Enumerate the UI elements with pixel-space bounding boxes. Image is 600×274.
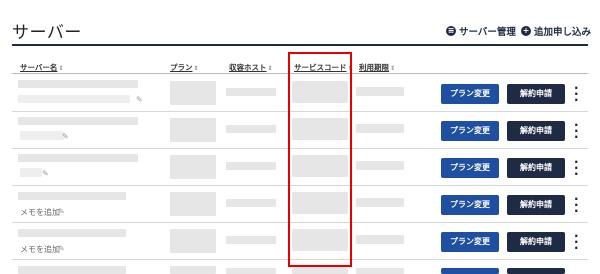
expiry-redacted [356, 235, 404, 244]
server-name-redacted [18, 266, 126, 274]
add-memo-link[interactable]: メモを追加 [20, 244, 60, 255]
server-name-redacted [18, 154, 138, 162]
sort-icon: ⇕ [58, 65, 64, 72]
host-redacted [226, 199, 276, 207]
column-header-plan[interactable]: プラン⇕ [170, 62, 199, 73]
server-name-redacted [18, 80, 138, 88]
more-options-icon[interactable]: · · · [574, 156, 579, 180]
plan-redacted [170, 118, 216, 142]
cancel-request-button[interactable]: 解約申請 [507, 121, 565, 141]
server-name-redacted [20, 131, 64, 140]
server-name-redacted [18, 229, 126, 237]
plan-change-button[interactable]: プラン変更 [441, 195, 499, 215]
column-header-expiry[interactable]: 利用期限⇕ [359, 62, 395, 73]
server-name-redacted [18, 117, 138, 125]
cancel-request-button[interactable]: 解約申請 [507, 158, 565, 178]
plan-change-button[interactable]: プラン変更 [441, 121, 499, 141]
plan-change-button[interactable] [441, 268, 499, 274]
host-redacted [226, 162, 276, 170]
pencil-icon[interactable]: ✎ [58, 244, 65, 253]
more-options-icon[interactable]: · · · [574, 193, 579, 217]
header-divider [12, 44, 588, 46]
pencil-icon[interactable]: ✎ [42, 169, 49, 178]
page-title: サーバー [12, 23, 82, 43]
expiry-redacted [356, 268, 404, 274]
service-code-redacted [292, 266, 348, 274]
more-options-icon[interactable]: · · · [574, 230, 579, 254]
server-manage-label: サーバー管理 [459, 27, 516, 38]
server-name-redacted [20, 168, 42, 177]
server-manage-link[interactable]: ≡ サーバー管理 [446, 24, 516, 38]
plan-redacted [170, 229, 216, 253]
plan-change-button[interactable]: プラン変更 [441, 158, 499, 178]
cancel-request-button[interactable]: 解約申請 [507, 195, 565, 215]
cancel-request-button[interactable]: 解約申請 [507, 84, 565, 104]
expiry-redacted [356, 124, 404, 133]
plan-redacted [170, 192, 216, 216]
service-code-highlight-box [288, 52, 352, 267]
expiry-redacted [356, 87, 404, 96]
plan-redacted [170, 155, 216, 179]
expiry-redacted [356, 161, 404, 170]
plan-change-button[interactable]: プラン変更 [441, 232, 499, 252]
server-name-redacted [18, 192, 126, 200]
more-options-icon[interactable]: · · · [574, 119, 579, 143]
add-application-link[interactable]: + 追加申し込み [521, 24, 591, 38]
cancel-request-button[interactable]: 解約申請 [507, 232, 565, 252]
pencil-icon[interactable]: ✎ [58, 207, 65, 216]
server-icon: ≡ [446, 26, 456, 36]
sort-icon: ⇕ [193, 65, 199, 72]
column-header-server-name[interactable]: サーバー名⇕ [20, 62, 63, 73]
more-options-icon[interactable]: · · · [574, 82, 579, 106]
host-redacted [226, 236, 276, 244]
page-header: サーバー ≡ サーバー管理 + 追加申し込み [0, 0, 600, 46]
host-redacted [226, 88, 276, 96]
plan-change-button[interactable]: プラン変更 [441, 84, 499, 104]
host-redacted [226, 268, 276, 274]
server-name-redacted [18, 95, 130, 103]
pencil-icon[interactable]: ✎ [136, 95, 143, 104]
expiry-redacted [356, 198, 404, 207]
add-memo-link[interactable]: メモを追加 [20, 207, 60, 218]
column-header-host[interactable]: 収容ホスト⇕ [229, 62, 273, 73]
sort-icon: ⇕ [267, 65, 273, 72]
plus-icon: + [521, 26, 531, 36]
plan-redacted [170, 81, 216, 105]
host-redacted [226, 125, 276, 133]
plan-redacted [170, 266, 216, 274]
cancel-request-button[interactable] [507, 268, 565, 274]
pencil-icon[interactable]: ✎ [62, 132, 69, 141]
sort-icon: ⇕ [390, 65, 396, 72]
add-application-label: 追加申し込み [534, 27, 592, 38]
